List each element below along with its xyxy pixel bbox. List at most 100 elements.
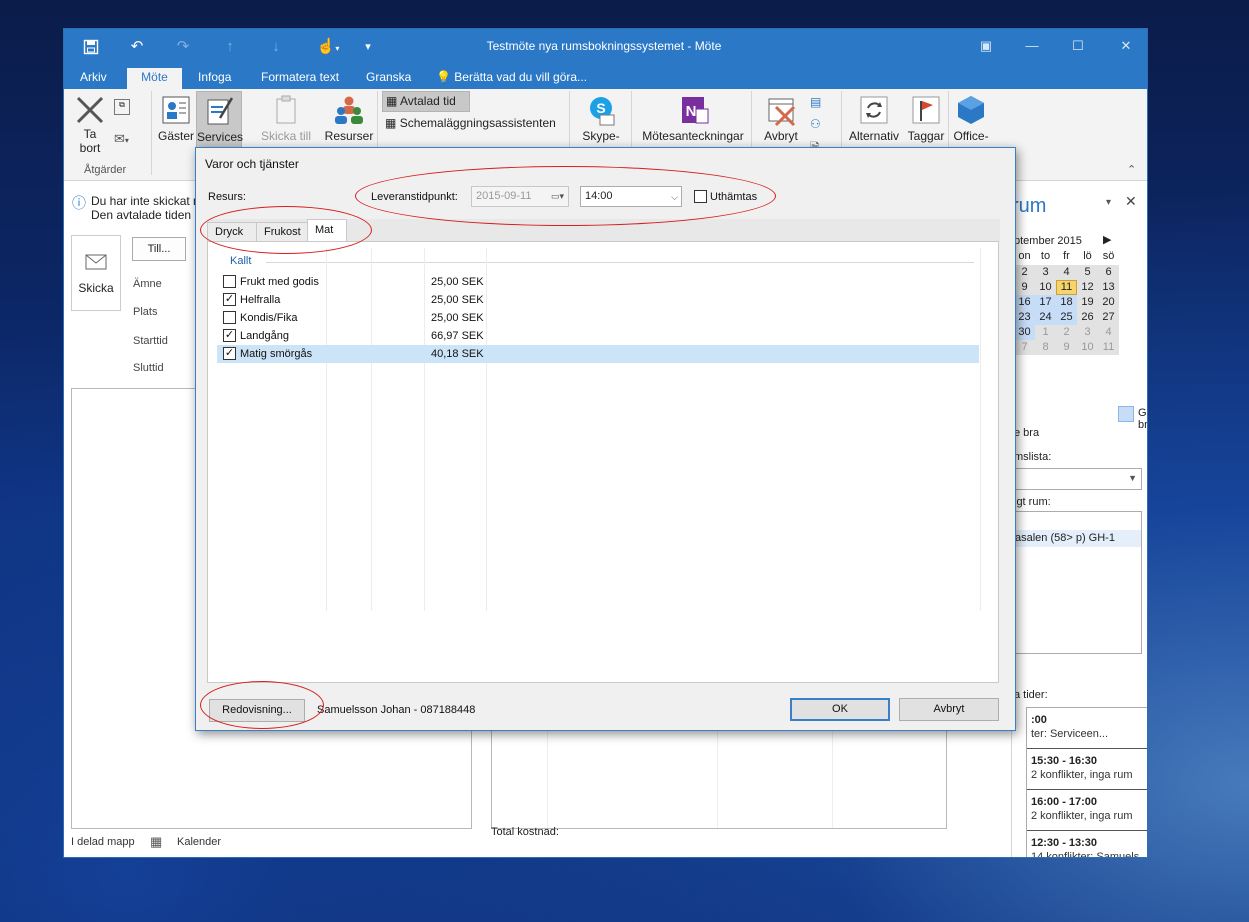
suggested-time-item[interactable]: :00ter: Serviceen...⚑ — [1027, 710, 1147, 749]
delivery-date-picker: 2015-09-11 ▭▾ — [471, 186, 569, 207]
meeting-notes-button[interactable]: N Mötesanteckningar — [639, 93, 747, 143]
tab-infoga[interactable]: Infoga — [188, 68, 241, 89]
calendar-day[interactable]: 10 — [1035, 280, 1056, 295]
send-to-label: Skicka till — [260, 129, 311, 143]
suggested-time-item[interactable]: 16:00 - 17:002 konflikter, inga rum⚑ — [1027, 792, 1147, 831]
calendar-day[interactable]: 27 — [1098, 310, 1119, 325]
item-row[interactable]: ✓ Helfralla 25,00 SEK — [217, 291, 979, 309]
item-checkbox[interactable] — [223, 275, 236, 288]
resources-button[interactable]: Resurser — [324, 93, 374, 143]
calendar-day[interactable]: 17 — [1035, 295, 1056, 310]
info-line1: Du har inte skickat m — [91, 194, 204, 208]
suggested-time-item[interactable]: 12:30 - 13:3014 konflikter: Samuels...⚑ — [1027, 833, 1148, 858]
tab-granska[interactable]: Granska — [356, 68, 421, 89]
room-list-select[interactable]: ▼ — [1012, 468, 1142, 490]
tab-mote[interactable]: Möte — [127, 68, 182, 89]
tab-mat[interactable]: Mat — [307, 219, 347, 243]
attendees-icon[interactable]: ⚇ — [810, 117, 821, 131]
save-icon[interactable] — [79, 35, 103, 59]
touch-mode-icon[interactable]: ☝▾ — [310, 35, 346, 59]
item-checkbox[interactable]: ✓ — [223, 329, 236, 342]
calendar-day[interactable]: 26 — [1077, 310, 1098, 325]
calendar-day[interactable]: 16 — [1014, 295, 1035, 310]
calendar-day[interactable]: 2 — [1056, 325, 1077, 340]
accounting-button[interactable]: Redovisning... — [209, 699, 305, 722]
cancel-meeting-button[interactable]: Avbryt — [759, 93, 803, 143]
calendar-day[interactable]: 18 — [1056, 295, 1077, 310]
next-month-icon[interactable]: ▶ — [1103, 233, 1111, 246]
delete-button[interactable]: Ta bort — [72, 93, 108, 155]
to-button[interactable]: Till... — [132, 237, 186, 261]
tab-arkiv[interactable]: Arkiv — [70, 68, 117, 89]
item-checkbox[interactable] — [223, 311, 236, 324]
calendar-day[interactable]: 23 — [1014, 310, 1035, 325]
calendar-day[interactable]: 4 — [1098, 325, 1119, 340]
legend-fair-label: Ganska bra — [1138, 407, 1148, 431]
calendar-day[interactable]: 3 — [1035, 265, 1056, 280]
calendar-day[interactable]: 2 — [1014, 265, 1035, 280]
pane-options-icon[interactable]: ▾ — [1106, 197, 1111, 208]
calendar-day[interactable]: 30 — [1014, 325, 1035, 340]
calendar-day[interactable]: 6 — [1098, 265, 1119, 280]
end-time-label: Sluttid — [133, 362, 164, 374]
options-button[interactable]: Alternativ — [846, 93, 902, 143]
undo-icon[interactable]: ↶ — [125, 35, 149, 59]
item-checkbox[interactable]: ✓ — [223, 347, 236, 360]
suggested-time-detail: 14 konflikter: Samuels... — [1031, 851, 1148, 858]
tags-button[interactable]: Taggar — [906, 93, 946, 143]
forward-icon[interactable]: ⧉ — [114, 99, 130, 115]
office-addins-button[interactable]: Office- — [952, 93, 990, 143]
calendar-day[interactable]: 12 — [1077, 280, 1098, 295]
collapse-ribbon-icon[interactable]: ⌃ — [1127, 163, 1136, 176]
item-row[interactable]: Kondis/Fika 25,00 SEK — [217, 309, 979, 327]
item-price: 25,00 SEK — [431, 294, 484, 306]
calendar-day[interactable]: 4 — [1056, 265, 1077, 280]
ok-button[interactable]: OK — [790, 698, 890, 721]
close-icon[interactable]: ✕ — [1112, 35, 1140, 57]
calendar-day[interactable]: 3 — [1077, 325, 1098, 340]
calendar-day[interactable]: 5 — [1077, 265, 1098, 280]
calendar-day[interactable]: 8 — [1035, 340, 1056, 355]
calendar-day[interactable]: 13 — [1098, 280, 1119, 295]
item-row[interactable]: ✓ Matig smörgås 40,18 SEK — [217, 345, 979, 363]
maximize-icon[interactable]: ☐ — [1064, 35, 1092, 57]
appointment-button[interactable]: ▦ Avtalad tid — [382, 91, 470, 112]
room-list-item[interactable]: asalen (58> p) GH-1 — [1013, 530, 1141, 547]
calendar-day[interactable]: 11 — [1056, 280, 1077, 295]
guests-button[interactable]: Gäster — [157, 93, 195, 143]
tab-dryck[interactable]: Dryck — [207, 222, 257, 242]
tell-me-search[interactable]: 💡 Berätta vad du vill göra... — [426, 68, 597, 89]
calendar-day[interactable]: 25 — [1056, 310, 1077, 325]
delivery-time-select[interactable]: 14:00 ⌵ — [580, 186, 682, 207]
cancel-button[interactable]: Avbryt — [899, 698, 999, 721]
legend-fair-swatch — [1118, 406, 1134, 422]
item-row[interactable]: Frukt med godis 25,00 SEK — [217, 273, 979, 291]
invite-list-icon[interactable]: ▤ — [810, 95, 821, 109]
tab-frukost[interactable]: Frukost — [256, 222, 308, 242]
calendar-day[interactable]: 7 — [1014, 340, 1035, 355]
ribbon-display-icon[interactable]: ▣ — [972, 35, 1000, 57]
calendar-day[interactable]: 1 — [1035, 325, 1056, 340]
resource-label: Resurs: — [208, 191, 246, 203]
minimize-icon[interactable]: — — [1018, 35, 1046, 57]
pane-close-icon[interactable]: ✕ — [1125, 193, 1137, 210]
item-checkbox[interactable]: ✓ — [223, 293, 236, 306]
skype-button[interactable]: S Skype- — [579, 93, 623, 143]
calendar-day[interactable]: 19 — [1077, 295, 1098, 310]
calendar-day[interactable]: 9 — [1056, 340, 1077, 355]
contact-info: Samuelsson Johan - 087188448 — [317, 704, 476, 716]
item-name: Frukt med godis — [240, 276, 319, 288]
item-row[interactable]: ✓ Landgång 66,97 SEK — [217, 327, 979, 345]
scheduling-button[interactable]: ▦ Schemaläggningsassistenten — [385, 116, 556, 130]
calendar-day[interactable]: 9 — [1014, 280, 1035, 295]
tab-formatera-text[interactable]: Formatera text — [251, 68, 349, 89]
suggested-time-item[interactable]: 15:30 - 16:302 konflikter, inga rum⚑ — [1027, 751, 1147, 790]
calendar-reply-icon[interactable]: ✉▾ — [114, 131, 129, 147]
calendar-day[interactable]: 24 — [1035, 310, 1056, 325]
room-finder-pane: rum ▾ ✕ ptember 2015 ▶ on to fr lö sö 2 3 4 5 6 9 1… — [1011, 189, 1148, 858]
calendar-day[interactable]: 20 — [1098, 295, 1119, 310]
calendar-day[interactable]: 10 — [1077, 340, 1098, 355]
calendar-day[interactable]: 11 — [1098, 340, 1119, 355]
pickup-checkbox[interactable] — [694, 190, 707, 203]
send-button[interactable]: Skicka — [71, 235, 121, 311]
